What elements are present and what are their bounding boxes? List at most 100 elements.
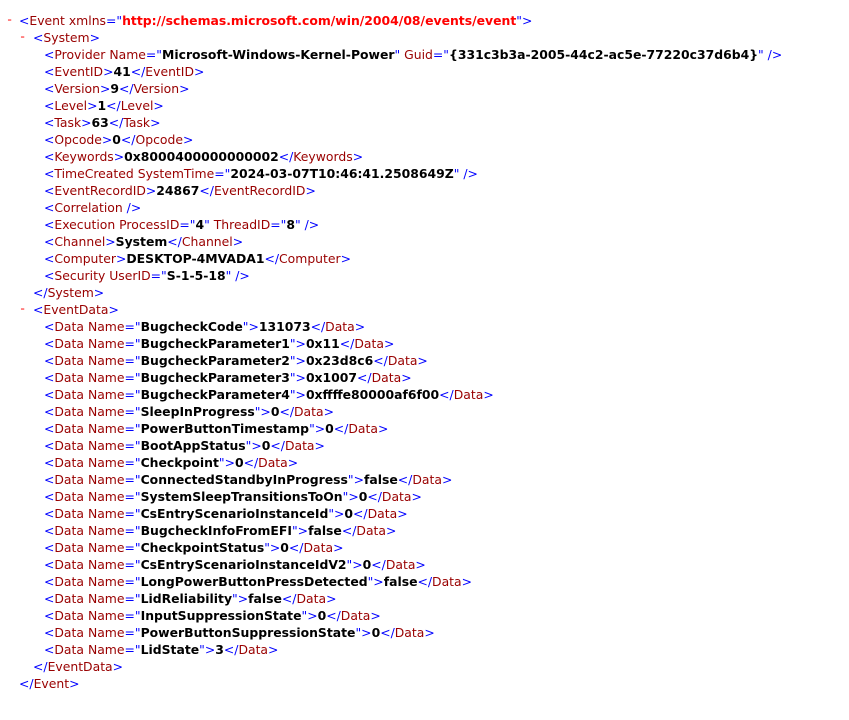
attr-name: Name — [87, 472, 125, 487]
data-row: <Data Name="BugcheckInfoFromEFI">false</… — [0, 522, 849, 539]
tag-name: Correlation — [54, 200, 123, 215]
data-name-value: LongPowerButtonPressDetected — [140, 574, 368, 589]
data-element: <Data Name="CheckpointStatus">0</Data> — [44, 540, 344, 555]
attr-value: S-1-5-18 — [166, 268, 226, 283]
correlation-element: <Correlation /> — [44, 200, 142, 215]
execution-element: <Execution ProcessID="4" ThreadID="8" /> — [44, 217, 320, 232]
xml-line-channel: <Channel>System</Channel> — [0, 233, 849, 250]
tag-name: Data — [54, 319, 84, 334]
tag-name: Data — [54, 438, 84, 453]
data-element: <Data Name="BugcheckCode">131073</Data> — [44, 319, 366, 334]
attr-name: Name — [87, 591, 125, 606]
attr-name: Name — [87, 574, 125, 589]
data-name-value: BugcheckParameter4 — [140, 387, 290, 402]
xml-line-eventdata-open: - <EventData> — [0, 301, 849, 318]
element-text: System — [115, 234, 168, 249]
data-name-value: BugcheckParameter2 — [140, 353, 290, 368]
data-row: <Data Name="CsEntryScenarioInstanceId">0… — [0, 505, 849, 522]
eventdata-open-tag: <EventData> — [33, 302, 119, 317]
data-row: <Data Name="BugcheckParameter4">0xffffe8… — [0, 386, 849, 403]
data-name-value: BugcheckParameter3 — [140, 370, 290, 385]
data-element: <Data Name="LongPowerButtonPressDetected… — [44, 574, 473, 589]
attr-name: xmlns — [68, 13, 106, 28]
collapse-toggle-eventdata[interactable]: - — [19, 301, 29, 318]
tag-name: Data — [54, 455, 84, 470]
attr-name: Name — [87, 438, 125, 453]
tag-name: Data — [54, 336, 84, 351]
data-name-value: PowerButtonSuppressionState — [140, 625, 356, 640]
xml-line-task: <Task>63</Task> — [0, 114, 849, 131]
data-row: <Data Name="ConnectedStandbyInProgress">… — [0, 471, 849, 488]
data-name-value: CsEntryScenarioInstanceIdV2 — [140, 557, 347, 572]
attr-name: Name — [87, 557, 125, 572]
xml-line-security: <Security UserID="S-1-5-18" /> — [0, 267, 849, 284]
attr-name: Name — [87, 608, 125, 623]
element-text: 24867 — [156, 183, 200, 198]
data-value: 0x1007 — [305, 370, 358, 385]
tag-name: Data — [296, 591, 327, 606]
event-close-tag: </Event> — [19, 676, 80, 691]
xml-line-system-close: </System> — [0, 284, 849, 301]
tag-name: Data — [303, 540, 334, 555]
data-row: <Data Name="LidState">3</Data> — [0, 641, 849, 658]
data-element: <Data Name="BugcheckParameter3">0x1007</… — [44, 370, 412, 385]
data-value: 0 — [344, 506, 354, 521]
tag-name: Data — [385, 557, 416, 572]
attr-name: Name — [87, 370, 125, 385]
data-row: <Data Name="LidReliability">false</Data> — [0, 590, 849, 607]
tag-name: Data — [54, 591, 84, 606]
computer-element: <Computer>DESKTOP-4MVADA1</Computer> — [44, 251, 352, 266]
xml-line-event-close: </Event> — [0, 675, 849, 692]
eventrecordid-element: <EventRecordID>24867</EventRecordID> — [44, 183, 316, 198]
attr-value: http://schemas.microsoft.com/win/2004/08… — [122, 13, 517, 28]
attr-name: Name — [87, 506, 125, 521]
tag-name: Data — [412, 472, 442, 487]
data-name-value: BugcheckParameter1 — [140, 336, 290, 351]
collapse-toggle-system[interactable]: - — [19, 29, 29, 46]
xml-line-version: <Version>9</Version> — [0, 80, 849, 97]
tag-name: Data — [54, 353, 84, 368]
tag-name: System — [47, 285, 94, 300]
tag-name: Level — [120, 98, 154, 113]
event-open-tag: <Event xmlns="http://schemas.microsoft.c… — [19, 13, 533, 28]
tag-name: Data — [238, 642, 269, 657]
tag-name: System — [43, 30, 90, 45]
data-row: <Data Name="LongPowerButtonPressDetected… — [0, 573, 849, 590]
element-text: DESKTOP-4MVADA1 — [126, 251, 265, 266]
collapse-toggle-event[interactable]: - — [6, 12, 16, 29]
data-value: 0 — [280, 540, 289, 555]
tag-name: Data — [394, 625, 425, 640]
opcode-element: <Opcode>0</Opcode> — [44, 132, 194, 147]
tag-name: Data — [340, 608, 371, 623]
tag-name: Data — [381, 489, 412, 504]
data-element: <Data Name="InputSuppressionState">0</Da… — [44, 608, 381, 623]
level-element: <Level>1</Level> — [44, 98, 164, 113]
data-row: <Data Name="SleepInProgress">0</Data> — [0, 403, 849, 420]
keywords-element: <Keywords>0x8000400000000002</Keywords> — [44, 149, 364, 164]
tag-name: Keywords — [54, 149, 114, 164]
tag-name: Data — [54, 370, 84, 385]
data-row: <Data Name="BugcheckParameter1">0x11</Da… — [0, 335, 849, 352]
tag-name: Data — [54, 642, 84, 657]
tag-name: Data — [54, 574, 84, 589]
attr-name: Name — [87, 336, 125, 351]
attr-value: Microsoft-Windows-Kernel-Power — [162, 47, 395, 62]
element-text: 1 — [97, 98, 107, 113]
eventid-element: <EventID>41</EventID> — [44, 64, 205, 79]
tag-name: Computer — [54, 251, 116, 266]
xml-line-eventdata-close: </EventData> — [0, 658, 849, 675]
attr-value: 2024-03-07T10:46:41.2508649Z — [230, 166, 454, 181]
tag-name: Task — [123, 115, 151, 130]
data-row: <Data Name="BugcheckParameter3">0x1007</… — [0, 369, 849, 386]
security-element: <Security UserID="S-1-5-18" /> — [44, 268, 250, 283]
data-value: 3 — [215, 642, 224, 657]
attr-name: SystemTime — [137, 166, 215, 181]
element-text: 9 — [110, 81, 119, 96]
tag-name: EventID — [54, 64, 104, 79]
tag-name: Data — [294, 404, 324, 419]
data-value: false — [248, 591, 282, 606]
data-value: 0xffffe80000af6f00 — [305, 387, 440, 402]
tag-name: Channel — [54, 234, 106, 249]
xml-line-level: <Level>1</Level> — [0, 97, 849, 114]
tag-name: Data — [325, 319, 355, 334]
